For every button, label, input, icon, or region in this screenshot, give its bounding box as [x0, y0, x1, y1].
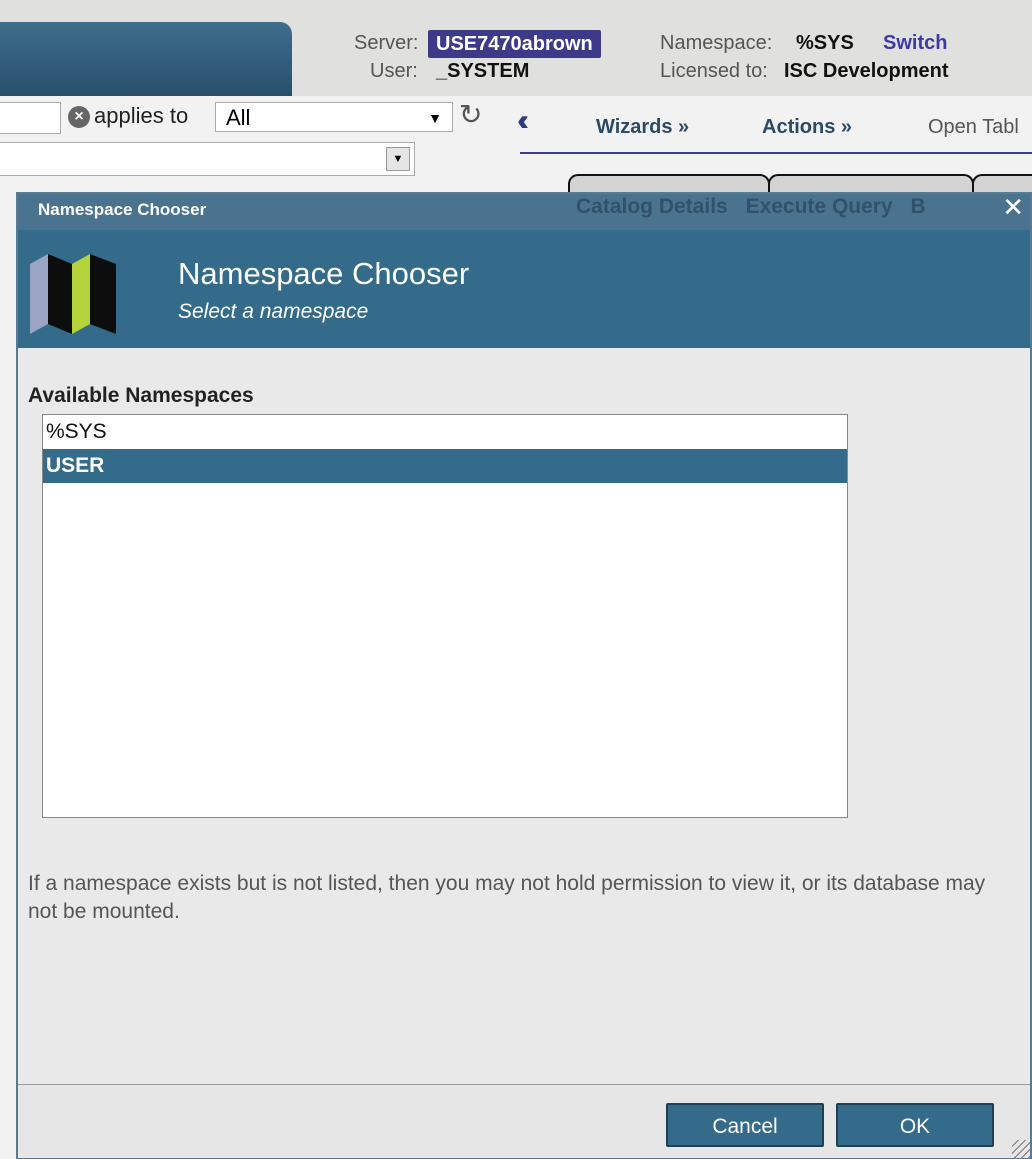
- applies-to-select[interactable]: All ▼: [215, 102, 453, 132]
- ok-button[interactable]: OK: [836, 1103, 994, 1147]
- tab-label-query: Execute Query: [745, 195, 893, 218]
- namespace-item-sys[interactable]: %SYS: [43, 415, 847, 449]
- refresh-icon[interactable]: ↻: [459, 98, 482, 131]
- header-tab: [0, 22, 292, 96]
- dialog-banner: Namespace Chooser Select a namespace: [18, 230, 1030, 348]
- tab-label-other: B: [910, 195, 926, 218]
- dialog-footer: Cancel OK: [18, 1084, 1030, 1158]
- namespace-chooser-dialog: Namespace Chooser Catalog Details Execut…: [16, 192, 1032, 1159]
- filter-input[interactable]: [0, 102, 61, 134]
- applies-to-value: All: [226, 105, 251, 130]
- actions-menu[interactable]: Actions »: [762, 116, 852, 139]
- banner-subtitle: Select a namespace: [178, 300, 369, 323]
- user-value: _SYSTEM: [436, 60, 530, 82]
- dialog-titlebar[interactable]: Namespace Chooser Catalog Details Execut…: [18, 192, 1030, 230]
- dialog-title: Namespace Chooser: [38, 200, 207, 219]
- namespace-label: Namespace:: [660, 32, 773, 54]
- banner-title: Namespace Chooser: [178, 256, 470, 291]
- dropdown-arrow-icon[interactable]: ▼: [386, 147, 410, 171]
- help-text: If a namespace exists but is not listed,…: [28, 872, 986, 923]
- open-table-menu[interactable]: Open Tabl: [928, 116, 1019, 139]
- licensed-label: Licensed to:: [660, 60, 768, 82]
- applies-to-label: applies to: [94, 103, 189, 128]
- tab-label-catalog: Catalog Details: [576, 195, 728, 218]
- background-tab-labels: Catalog Details Execute Query B: [576, 195, 926, 219]
- namespace-value: %SYS: [796, 32, 854, 54]
- user-label: User:: [370, 60, 418, 82]
- cancel-button[interactable]: Cancel: [666, 1103, 824, 1147]
- resize-grip-icon[interactable]: [1012, 1140, 1030, 1158]
- available-namespaces-heading: Available Namespaces: [28, 384, 254, 407]
- server-label: Server:: [354, 32, 419, 54]
- close-icon[interactable]: ✕: [1002, 192, 1024, 223]
- schema-select[interactable]: ▼: [0, 142, 415, 176]
- clear-icon[interactable]: ×: [68, 106, 90, 128]
- switch-namespace-link[interactable]: Switch: [883, 32, 947, 55]
- namespace-item-user[interactable]: USER: [43, 449, 847, 483]
- chevron-down-icon: ▼: [428, 110, 442, 126]
- wizards-menu[interactable]: Wizards »: [596, 116, 689, 139]
- logo: [30, 254, 116, 334]
- server-badge: USE7470abrown: [428, 30, 601, 58]
- licensed-value: ISC Development: [784, 60, 949, 82]
- namespace-list[interactable]: %SYS USER: [42, 414, 848, 818]
- top-header: Server: USE7470abrown User: _SYSTEM Name…: [0, 0, 1032, 96]
- menu-bar: Wizards » Actions » Open Tabl: [520, 100, 1032, 154]
